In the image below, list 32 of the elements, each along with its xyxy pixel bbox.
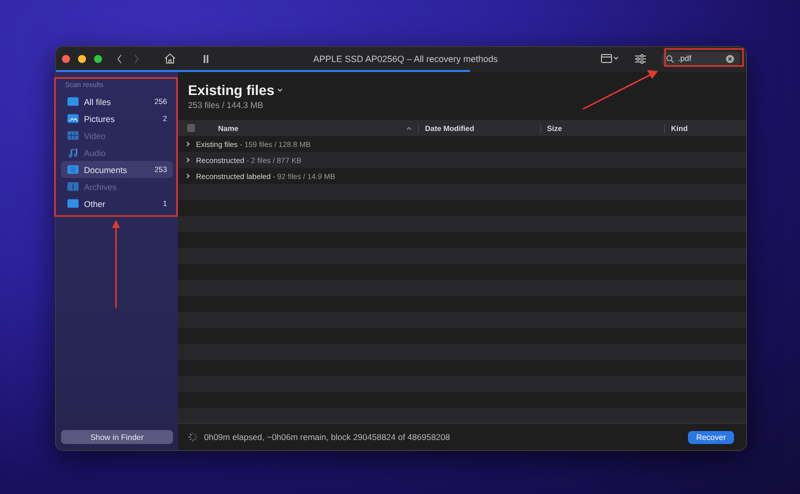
pause-icon[interactable] (202, 54, 210, 64)
content-subtitle: 253 files / 144.3 MB (188, 100, 264, 110)
sort-caret-icon (406, 126, 412, 130)
dropdown-caret-icon[interactable] (277, 87, 284, 93)
documents-icon (67, 164, 79, 175)
clear-icon[interactable] (726, 54, 734, 62)
disclosure-icon[interactable] (185, 173, 191, 179)
video-icon (67, 130, 79, 141)
zoom-button[interactable] (94, 54, 102, 62)
disclosure-icon[interactable] (185, 157, 191, 163)
search-field[interactable]: .pdf (662, 52, 740, 66)
search-icon (666, 54, 674, 62)
disclosure-icon[interactable] (185, 141, 191, 147)
pictures-icon (67, 113, 79, 124)
show-in-finder-button[interactable]: Show in Finder (61, 430, 173, 444)
content-title: Existing files (188, 82, 274, 98)
close-button[interactable] (62, 54, 70, 62)
window-title: APPLE SSD AP0256Q – All recovery methods (312, 54, 499, 64)
minimize-button[interactable] (78, 54, 86, 62)
search-input[interactable]: .pdf (678, 54, 722, 63)
select-all-checkbox[interactable] (187, 124, 195, 132)
all-icon (67, 96, 79, 107)
music-note-icon (67, 147, 79, 158)
status-text: 0h09m elapsed, ~0h06m remain, block 290458824 of 486958208 (204, 432, 451, 442)
back-icon[interactable] (116, 54, 124, 64)
view-mode-icon[interactable] (601, 54, 619, 63)
home-icon[interactable] (164, 53, 176, 64)
recover-button[interactable]: Recover (688, 430, 734, 444)
other-icon (67, 198, 79, 209)
archives-icon (67, 181, 79, 192)
filter-settings-icon[interactable] (635, 54, 646, 64)
spinner-icon (188, 432, 198, 442)
